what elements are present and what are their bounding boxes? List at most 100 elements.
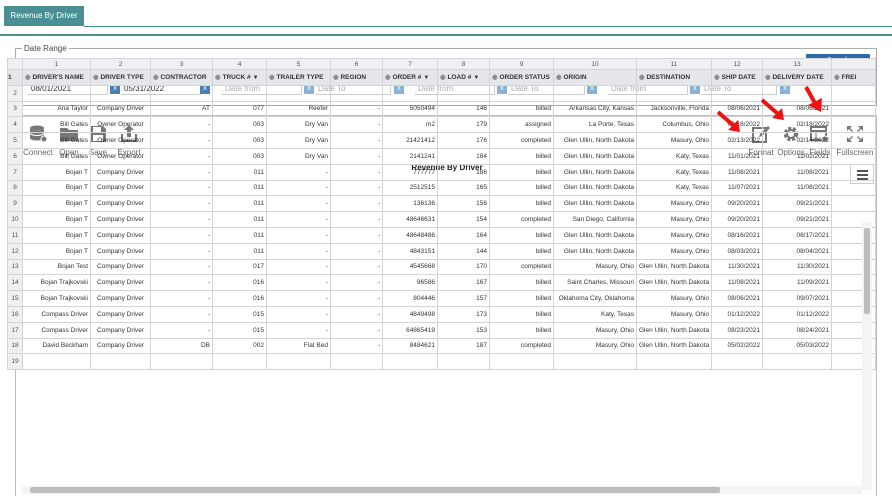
grid-cell[interactable]: Glen Ullin, North Dakota [553,132,637,149]
grid-cell[interactable] [382,84,438,102]
grid-cell[interactable]: Glen Ullin, North Dakota [636,321,712,339]
grid-cell[interactable]: 09/21/2021 [762,211,832,228]
grid-cell[interactable] [831,132,876,149]
grid-cell[interactable]: Company Driver [90,211,151,228]
grid-cell[interactable]: - [266,290,331,307]
grid-cell[interactable] [831,163,876,181]
grid-cell[interactable]: billed [489,305,554,323]
grid-cell[interactable]: Dry Van [266,132,331,149]
grid-cell[interactable]: 08/03/2021 [711,242,763,260]
grid-cell[interactable]: 015 [212,321,267,339]
grid-cell[interactable]: - [330,305,383,323]
grid-cell[interactable]: billed [489,226,554,244]
grid-cell[interactable]: 11/01/2021 [711,147,763,165]
grid-cell[interactable] [266,84,331,102]
grid-cell[interactable]: 157 [437,290,490,307]
column-number[interactable]: 4 [212,58,267,70]
grid-cell[interactable]: DB [150,337,213,355]
grid-cell[interactable]: Glen Ullin, North Dakota [553,147,637,165]
grid-cell[interactable]: Masury, Ohio [553,258,637,276]
column-number[interactable]: 7 [382,58,438,70]
grid-cell[interactable]: 146 [437,100,490,118]
column-header[interactable]: ◉ TRAILER TYPE [266,69,331,86]
grid-cell[interactable]: 11/08/2021 [711,274,763,292]
grid-cell[interactable]: Masury, Ohio [636,305,712,323]
grid-cell[interactable]: - [330,132,383,149]
grid-cell[interactable]: - [150,195,213,213]
grid-cell[interactable]: 11/30/2021 [711,258,763,276]
grid-cell[interactable]: 003 [212,116,267,134]
grid-cell[interactable]: - [266,226,331,244]
grid-cell[interactable] [22,353,91,371]
sort-icon[interactable]: ◉ [714,74,720,81]
grid-cell[interactable]: Company Driver [90,195,151,213]
grid-cell[interactable]: Owner Operator [90,116,151,134]
column-number[interactable]: 5 [266,58,331,70]
grid-cell[interactable] [382,353,438,371]
grid-cell[interactable]: Dry Van [266,147,331,165]
grid-cell[interactable]: 11/09/2021 [762,274,832,292]
grid-cell[interactable]: 173 [437,305,490,323]
grid-cell[interactable]: - [150,242,213,260]
sort-icon[interactable]: ◉ [385,74,391,81]
grid-cell[interactable] [553,84,637,102]
grid-cell[interactable]: 21421412 [382,132,438,149]
grid-cell[interactable]: Company Driver [90,274,151,292]
grid-cell[interactable]: 179 [437,116,490,134]
grid-cell[interactable]: 5050494 [382,100,438,118]
grid-cell[interactable] [266,353,331,371]
column-number[interactable]: 12 [711,58,763,70]
grid-cell[interactable]: 08/24/2021 [762,321,832,339]
grid-cell[interactable]: Katy, Texas [636,179,712,197]
grid-cell[interactable]: Masury, Ohio [636,195,712,213]
grid-cell[interactable]: 11/02/2021 [762,147,832,165]
grid-cell[interactable]: Glen Ullin, North Dakota [553,226,637,244]
column-header[interactable]: ◉ SHIP DATE [711,69,763,86]
grid-cell[interactable]: 08/16/2021 [711,226,763,244]
grid-cell[interactable]: 02/14/2022 [762,132,832,149]
grid-cell[interactable]: - [330,147,383,165]
grid-cell[interactable]: 167 [437,274,490,292]
grid-cell[interactable] [330,84,383,102]
column-header[interactable]: ◉ ORDER STATUS [489,69,554,86]
grid-cell[interactable]: - [266,195,331,213]
grid-cell[interactable]: billed [489,100,554,118]
column-number[interactable]: 2 [90,58,151,70]
column-number[interactable]: 11 [636,58,712,70]
column-header[interactable]: ◉ DRIVER'S NAME [22,69,91,86]
grid-cell[interactable]: 165 [437,179,490,197]
sort-icon[interactable]: ◉ [215,74,221,81]
grid-cell[interactable]: Masury, Ohio [636,132,712,149]
grid-cell[interactable] [489,84,554,102]
column-header[interactable]: ◉ ORDER # ▼ [382,69,438,86]
grid-cell[interactable]: Company Driver [90,179,151,197]
grid-cell[interactable]: - [150,147,213,165]
grid-cell[interactable]: 11/07/2021 [711,179,763,197]
column-header[interactable]: ◉ REGION [330,69,383,86]
grid-cell[interactable]: - [150,305,213,323]
grid-cell[interactable]: 09/21/2021 [762,195,832,213]
grid-cell[interactable]: - [266,258,331,276]
column-number[interactable]: 3 [150,58,213,70]
grid-cell[interactable]: Company Driver [90,290,151,307]
grid-cell[interactable]: assigned [489,116,554,134]
grid-cell[interactable]: 01/12/2022 [711,305,763,323]
grid-cell[interactable]: - [330,337,383,355]
grid-cell[interactable]: Masury, Ohio [553,321,637,339]
grid-cell[interactable]: 016 [212,274,267,292]
column-number[interactable]: 8 [437,58,490,70]
grid-cell[interactable]: 136136 [382,195,438,213]
grid-cell[interactable]: Compass Driver [22,321,91,339]
grid-cell[interactable] [437,84,490,102]
grid-cell[interactable]: 003 [212,132,267,149]
grid-cell[interactable]: completed [489,337,554,355]
sort-icon[interactable]: ◉ [93,74,99,81]
grid-cell[interactable]: Compass Driver [22,305,91,323]
grid-cell[interactable]: 016 [212,290,267,307]
grid-cell[interactable]: 777777 [382,163,438,181]
grid-cell[interactable]: 48648486 [382,226,438,244]
sort-icon[interactable]: ◉ [440,74,446,81]
grid-cell[interactable]: 144 [437,242,490,260]
grid-cell[interactable]: Company Driver [90,258,151,276]
column-header[interactable]: ◉ CONTRACTOR [150,69,213,86]
